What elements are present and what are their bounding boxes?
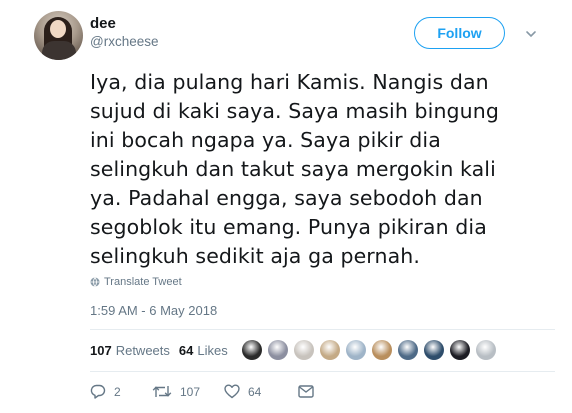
tweet-line: segoblok itu emang. Punya pikiran dia [90,215,487,239]
likes-label[interactable]: Likes [197,343,227,358]
liker-avatar[interactable] [242,340,262,360]
liker-avatar[interactable] [424,340,444,360]
reply-count: 2 [114,384,121,399]
tweet-timestamp[interactable]: 1:59 AM - 6 May 2018 [90,303,217,318]
direct-message-action[interactable] [298,385,322,398]
user-avatar[interactable] [34,11,83,60]
avatar-face [50,20,66,38]
tweet-line: Iya, dia pulang hari Kamis. Nangis dan [90,70,489,94]
user-handle[interactable]: @rxcheese [90,34,158,49]
liker-avatar[interactable] [320,340,340,360]
likes-count[interactable]: 64 [179,343,193,358]
translate-tweet-link[interactable]: Translate Tweet [90,276,182,288]
liker-avatars [242,340,502,360]
heart-icon [224,384,240,399]
tweet-line: ini bocah ngapa ya. Saya pikir dia [90,128,441,152]
liker-avatar[interactable] [268,340,288,360]
retweet-action[interactable]: 107 [152,384,224,399]
divider [90,329,555,330]
retweet-icon [152,386,172,397]
tweet-line: selingkuh sedikit aja ga pernah. [90,244,420,268]
like-count: 64 [248,384,262,399]
display-name[interactable]: dee [90,15,116,32]
envelope-icon [298,385,314,398]
tweet-stats: 107 Retweets 64 Likes [90,343,228,358]
liker-avatar[interactable] [372,340,392,360]
liker-avatar[interactable] [450,340,470,360]
reply-icon [90,384,106,399]
retweets-label[interactable]: Retweets [116,343,170,358]
globe-icon [90,277,100,287]
tweet-line: ya. Padahal engga, saya sebodoh dan [90,186,483,210]
tweet-text: Iya, dia pulang hari Kamis. Nangis dan s… [90,68,555,271]
liker-avatar[interactable] [346,340,366,360]
tweet-line: selingkuh dan takut saya mergokin kali [90,157,496,181]
translate-label[interactable]: Translate Tweet [104,276,182,288]
chevron-down-icon[interactable] [525,28,537,40]
avatar-body [42,41,76,60]
follow-button[interactable]: Follow [414,17,505,49]
tweet-card: dee @rxcheese Follow Iya, dia pulang har… [0,0,572,413]
divider [90,371,555,372]
tweet-line: sujud di kaki saya. Saya masih bingung [90,99,499,123]
liker-avatar[interactable] [398,340,418,360]
like-action[interactable]: 64 [224,384,298,399]
retweets-count[interactable]: 107 [90,343,112,358]
liker-avatar[interactable] [294,340,314,360]
retweet-count: 107 [180,384,201,399]
reply-action[interactable]: 2 [90,384,152,399]
liker-avatar[interactable] [476,340,496,360]
tweet-actions: 2 107 64 [90,384,322,399]
